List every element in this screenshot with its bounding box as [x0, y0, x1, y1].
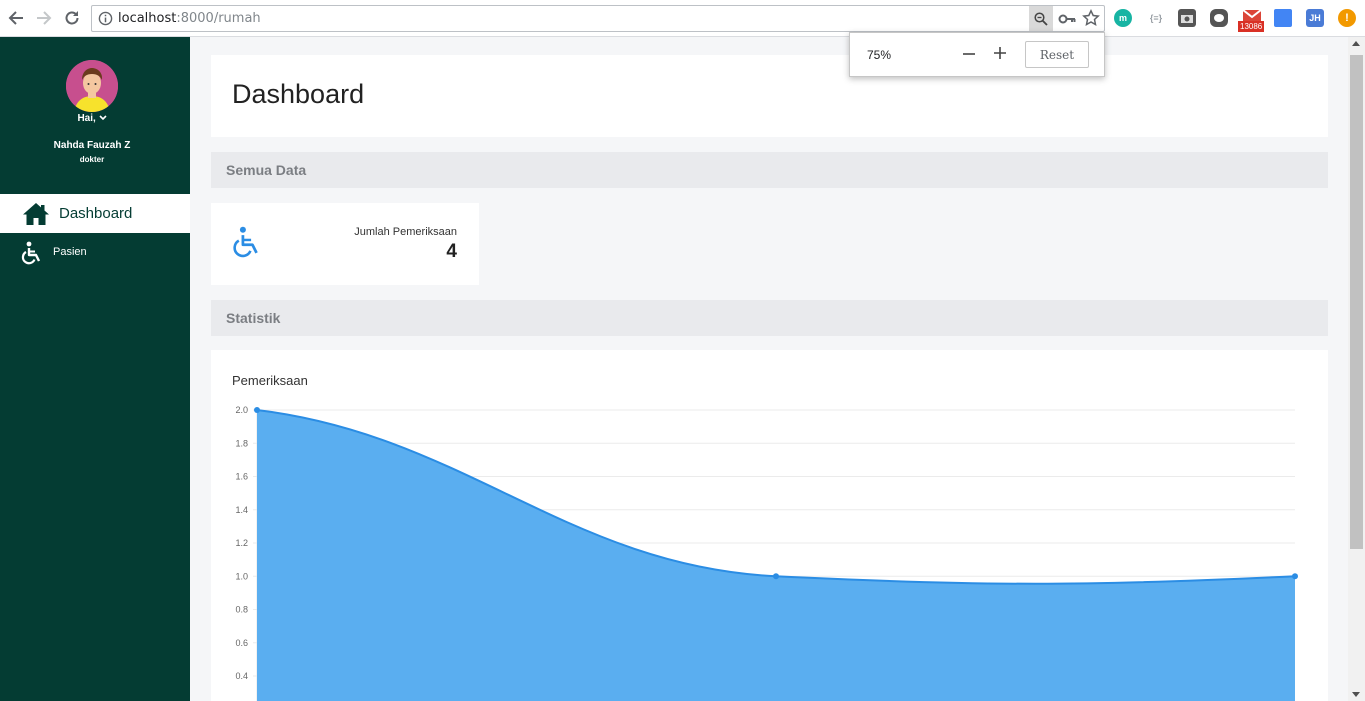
url-host: localhost — [118, 11, 177, 26]
y-tick-label: 2.0 — [235, 405, 248, 415]
user-avatar-icon — [66, 60, 118, 112]
reload-button[interactable] — [61, 7, 83, 29]
chevron-down-icon — [98, 115, 107, 121]
sidebar-item-label: Pasien — [53, 246, 87, 258]
reload-icon — [65, 11, 79, 25]
page-title: Dashboard — [232, 79, 365, 109]
stat-card-pemeriksaan[interactable]: Jumlah Pemeriksaan 4 — [211, 203, 479, 285]
back-button[interactable] — [5, 7, 27, 29]
y-tick-label: 1.4 — [235, 505, 248, 515]
wheelchair-icon — [21, 241, 41, 265]
y-tick-label: 1.6 — [235, 472, 248, 482]
sidebar-item-pasien[interactable]: Pasien — [0, 239, 190, 267]
zoom-popup: 75% Reset — [849, 32, 1105, 77]
data-point[interactable] — [773, 573, 779, 580]
address-bar[interactable]: localhost:8000/rumah — [91, 5, 1105, 32]
jh-extension-icon[interactable]: JH — [1306, 9, 1324, 27]
y-tick-label: 1.0 — [235, 571, 248, 581]
data-point[interactable] — [1292, 573, 1298, 580]
url-path: :8000/rumah — [176, 11, 261, 26]
data-point[interactable] — [254, 407, 260, 413]
sidebar-item-label: Dashboard — [59, 205, 133, 222]
user-role: dokter — [79, 155, 105, 164]
zoom-level: 75% — [867, 48, 892, 62]
y-tick-label: 0.6 — [235, 638, 248, 648]
chat-bubble-icon — [1214, 14, 1224, 22]
info-icon[interactable] — [98, 11, 113, 26]
zoom-in-button[interactable] — [992, 44, 1008, 62]
gmail-unread-badge: 13086 — [1238, 21, 1265, 32]
stat-label: Jumlah Pemeriksaan — [354, 226, 457, 238]
y-tick-label: 1.2 — [235, 538, 248, 548]
browser-toolbar: localhost:8000/rumah m {≡} 13086 JH ! — [0, 0, 1365, 37]
line-extension-icon[interactable] — [1210, 9, 1228, 27]
forward-button[interactable] — [33, 7, 55, 29]
magnifier-minus-icon — [1034, 11, 1048, 26]
scroll-up-arrow-icon[interactable] — [1352, 41, 1360, 46]
camera-icon — [1181, 15, 1193, 23]
page-header: Dashboard — [211, 55, 1328, 137]
sidebar-item-dashboard[interactable]: Dashboard — [0, 194, 190, 233]
section-title: Semua Data — [226, 162, 307, 178]
section-header-semua-data: Semua Data — [211, 152, 1328, 188]
back-arrow-icon — [8, 11, 23, 25]
zoom-button[interactable] — [1029, 6, 1053, 31]
blue-extension-icon[interactable] — [1274, 9, 1292, 27]
scroll-down-arrow-icon[interactable] — [1352, 692, 1360, 697]
plus-icon — [994, 47, 1006, 59]
user-name: Nahda Fauzah Z — [53, 140, 131, 151]
chart-card: Pemeriksaan 2.0 1.8 1.6 1.4 1.2 1.0 0.8 0.6 0.4 — [211, 350, 1328, 701]
scrollbar-thumb[interactable] — [1350, 55, 1363, 549]
section-title: Statistik — [226, 310, 281, 326]
camera-extension-icon[interactable] — [1178, 9, 1196, 27]
alert-extension-label: ! — [1345, 12, 1349, 24]
url-text[interactable]: localhost:8000/rumah — [118, 11, 261, 26]
minus-icon — [963, 53, 975, 55]
zoom-out-button[interactable] — [961, 45, 977, 63]
y-tick-label: 1.8 — [235, 438, 248, 448]
key-icon[interactable] — [1058, 10, 1076, 28]
area-chart[interactable]: 2.0 1.8 1.6 1.4 1.2 1.0 0.8 0.6 0.4 — [211, 350, 1328, 701]
sidebar: Hai, Nahda Fauzah Z dokter Dashboard Pas… — [0, 37, 190, 701]
stat-value: 4 — [446, 241, 457, 262]
jh-extension-label: JH — [1309, 13, 1321, 23]
user-menu-toggle[interactable]: Hai, — [0, 113, 184, 124]
y-tick-label: 0.4 — [235, 671, 248, 681]
section-header-statistik: Statistik — [211, 300, 1328, 336]
vertical-scrollbar[interactable] — [1348, 37, 1365, 701]
avatar[interactable] — [66, 60, 118, 112]
alert-extension-icon[interactable]: ! — [1338, 9, 1356, 27]
forward-arrow-icon — [37, 11, 52, 25]
zoom-reset-button[interactable]: Reset — [1025, 41, 1089, 68]
m-extension-label: m — [1118, 13, 1127, 23]
json-extension-icon[interactable]: {≡} — [1146, 9, 1166, 27]
bookmark-star-icon[interactable] — [1082, 9, 1100, 27]
area-series-fill — [257, 410, 1295, 701]
json-extension-label: {≡} — [1149, 13, 1163, 23]
y-tick-label: 0.8 — [235, 605, 248, 615]
greeting-label: Hai, — [77, 113, 96, 124]
wheelchair-icon — [233, 226, 258, 258]
home-icon — [23, 203, 49, 225]
m-extension-icon[interactable]: m — [1114, 9, 1132, 27]
